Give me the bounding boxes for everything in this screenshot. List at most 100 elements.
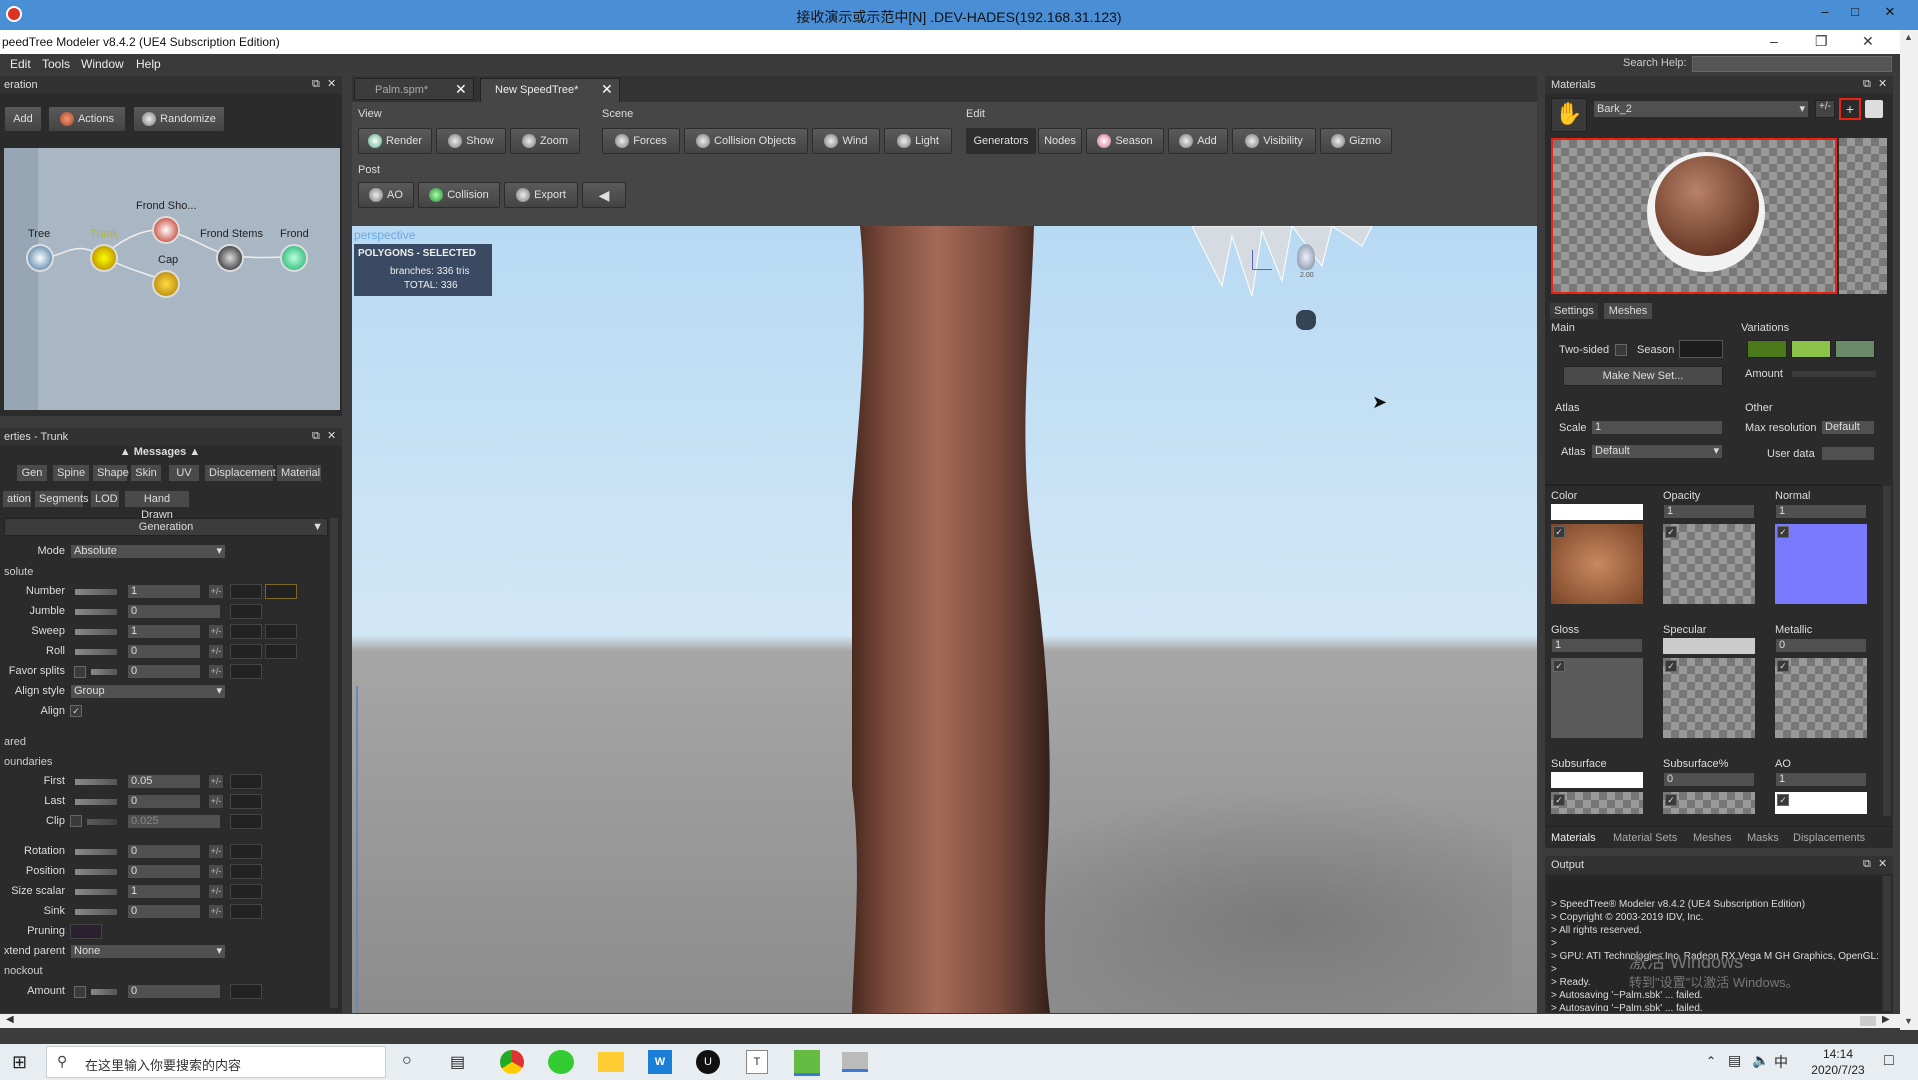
tab-material-sets[interactable]: Material Sets	[1613, 832, 1677, 844]
clock-time[interactable]: 14:14	[1810, 1047, 1866, 1061]
windows-start-icon[interactable]: ⊞	[12, 1052, 27, 1073]
color-map-swatch[interactable]	[1551, 504, 1643, 520]
atlas-select[interactable]: Default ▾	[1591, 444, 1723, 459]
network-icon[interactable]: ▤	[1728, 1052, 1741, 1069]
position-curve[interactable]	[230, 864, 262, 879]
float-icon[interactable]: ⧉	[312, 78, 320, 91]
subsurface-percent-field[interactable]: 0	[1663, 772, 1755, 787]
gloss-map-checkbox[interactable]: ✓	[1553, 660, 1565, 672]
notification-icon[interactable]: □	[1884, 1052, 1894, 1070]
rotation-slider[interactable]	[74, 848, 118, 856]
sweep-random-button[interactable]: +/-	[208, 624, 224, 639]
metallic-map-field[interactable]: 0	[1775, 638, 1867, 653]
tree-node[interactable]	[26, 244, 54, 272]
last-random-button[interactable]: +/-	[208, 794, 224, 809]
cortana-icon[interactable]: ○	[402, 1052, 412, 1070]
favor-splits-field[interactable]: 0	[127, 664, 201, 679]
sweep-slider[interactable]	[74, 628, 118, 636]
materials-scrollbar[interactable]	[1883, 486, 1891, 816]
frond-shoot-node[interactable]	[152, 216, 180, 244]
roll-curve[interactable]	[230, 644, 262, 659]
season-button[interactable]: Season	[1086, 128, 1164, 154]
visibility-button[interactable]: Visibility	[1232, 128, 1316, 154]
position-random-button[interactable]: +/-	[208, 864, 224, 879]
export-button[interactable]: Export	[504, 182, 578, 208]
close-tab-icon[interactable]: ✕	[601, 81, 613, 98]
amount-field[interactable]: 0	[127, 984, 221, 999]
app-minimize-icon[interactable]: –	[1770, 33, 1778, 49]
specular-map-checkbox[interactable]: ✓	[1665, 660, 1677, 672]
remote-desktop-icon[interactable]	[842, 1052, 868, 1072]
scroll-right-icon[interactable]: ▶	[1882, 1014, 1890, 1025]
first-field[interactable]: 0.05	[127, 774, 201, 789]
extend-parent-select[interactable]: None ▾	[70, 944, 226, 959]
scroll-down-icon[interactable]: ▼	[1904, 1016, 1913, 1026]
gloss-map-field[interactable]: 1	[1551, 638, 1643, 653]
output-scrollbar[interactable]	[1883, 876, 1891, 1011]
nodes-button[interactable]: Nodes	[1038, 128, 1082, 154]
menu-edit[interactable]: Edit	[10, 57, 31, 71]
jumble-field[interactable]: 0	[127, 604, 221, 619]
minimize-icon[interactable]: –	[1815, 4, 1835, 22]
roll-random-button[interactable]: +/-	[208, 644, 224, 659]
frond-stems-node[interactable]	[216, 244, 244, 272]
speedtree-icon[interactable]	[794, 1050, 820, 1076]
metallic-map-checkbox[interactable]: ✓	[1777, 660, 1789, 672]
messages-toggle[interactable]: ▲ Messages ▲	[110, 446, 210, 462]
clock-date[interactable]: 2020/7/23	[1806, 1063, 1870, 1077]
number-field[interactable]: 1	[127, 584, 201, 599]
variation-amount-slider[interactable]	[1791, 370, 1877, 378]
wechat-icon[interactable]	[548, 1050, 574, 1074]
restore-icon[interactable]: □	[1845, 4, 1865, 22]
season-swatch[interactable]	[1679, 340, 1723, 358]
size-scalar-random-button[interactable]: +/-	[208, 884, 224, 899]
tab-material[interactable]: Material	[276, 464, 322, 482]
align-checkbox[interactable]: ✓	[70, 705, 82, 717]
normal-map-checkbox[interactable]: ✓	[1777, 526, 1789, 538]
actions-button[interactable]: Actions	[48, 106, 126, 132]
roll-slider[interactable]	[74, 648, 118, 656]
unreal-icon[interactable]: U	[696, 1050, 720, 1074]
subsurface-percent-checkbox[interactable]: ✓	[1665, 794, 1677, 806]
user-data-field[interactable]	[1821, 446, 1875, 461]
size-scalar-field[interactable]: 1	[127, 884, 201, 899]
tab-shape[interactable]: Shape	[92, 464, 129, 482]
sink-random-button[interactable]: +/-	[208, 904, 224, 919]
taskbar-search[interactable]: ⚲ 在这里输入你要搜索的内容	[46, 1046, 386, 1078]
tab-displacements[interactable]: Displacements	[1793, 832, 1865, 844]
size-scalar-curve[interactable]	[230, 884, 262, 899]
variation-swatch-1[interactable]	[1747, 340, 1787, 358]
rotation-curve[interactable]	[230, 844, 262, 859]
tab-gen[interactable]: Gen	[16, 464, 48, 482]
amount-slider[interactable]	[90, 988, 118, 996]
tab-displacement[interactable]: Displacement	[204, 464, 276, 482]
light-button[interactable]: Light	[884, 128, 952, 154]
last-slider[interactable]	[74, 798, 118, 806]
variation-swatch-3[interactable]	[1835, 340, 1875, 358]
favor-splits-checkbox[interactable]	[74, 666, 86, 678]
normal-map-field[interactable]: 1	[1775, 504, 1867, 519]
float-icon[interactable]: ⧉	[1863, 858, 1871, 871]
app-close-icon[interactable]: ✕	[1862, 33, 1874, 50]
amount-checkbox[interactable]	[74, 986, 86, 998]
tab-settings[interactable]: Settings	[1549, 302, 1599, 320]
menu-tools[interactable]: Tools	[42, 57, 70, 71]
position-slider[interactable]	[74, 868, 118, 876]
clip-slider[interactable]	[86, 818, 118, 826]
material-preview[interactable]	[1551, 138, 1837, 294]
menu-help[interactable]: Help	[136, 57, 161, 71]
frond-node[interactable]	[280, 244, 308, 272]
tab-new-speedtree[interactable]: New SpeedTree* ✕	[480, 78, 620, 102]
height-gizmo[interactable]	[356, 686, 370, 1013]
back-arrow-button[interactable]: ◀	[582, 182, 626, 208]
ao-map-field[interactable]: 1	[1775, 772, 1867, 787]
float-icon[interactable]: ⧉	[1863, 78, 1871, 91]
align-style-select[interactable]: Group ▾	[70, 684, 226, 699]
position-field[interactable]: 0	[127, 864, 201, 879]
scroll-thumb[interactable]	[1860, 1016, 1876, 1026]
close-icon[interactable]: ✕	[1878, 857, 1887, 870]
generators-button[interactable]: Generators	[966, 128, 1036, 154]
variation-swatch-2[interactable]	[1791, 340, 1831, 358]
number-slider[interactable]	[74, 588, 118, 596]
roll-curve-2[interactable]	[265, 644, 297, 659]
